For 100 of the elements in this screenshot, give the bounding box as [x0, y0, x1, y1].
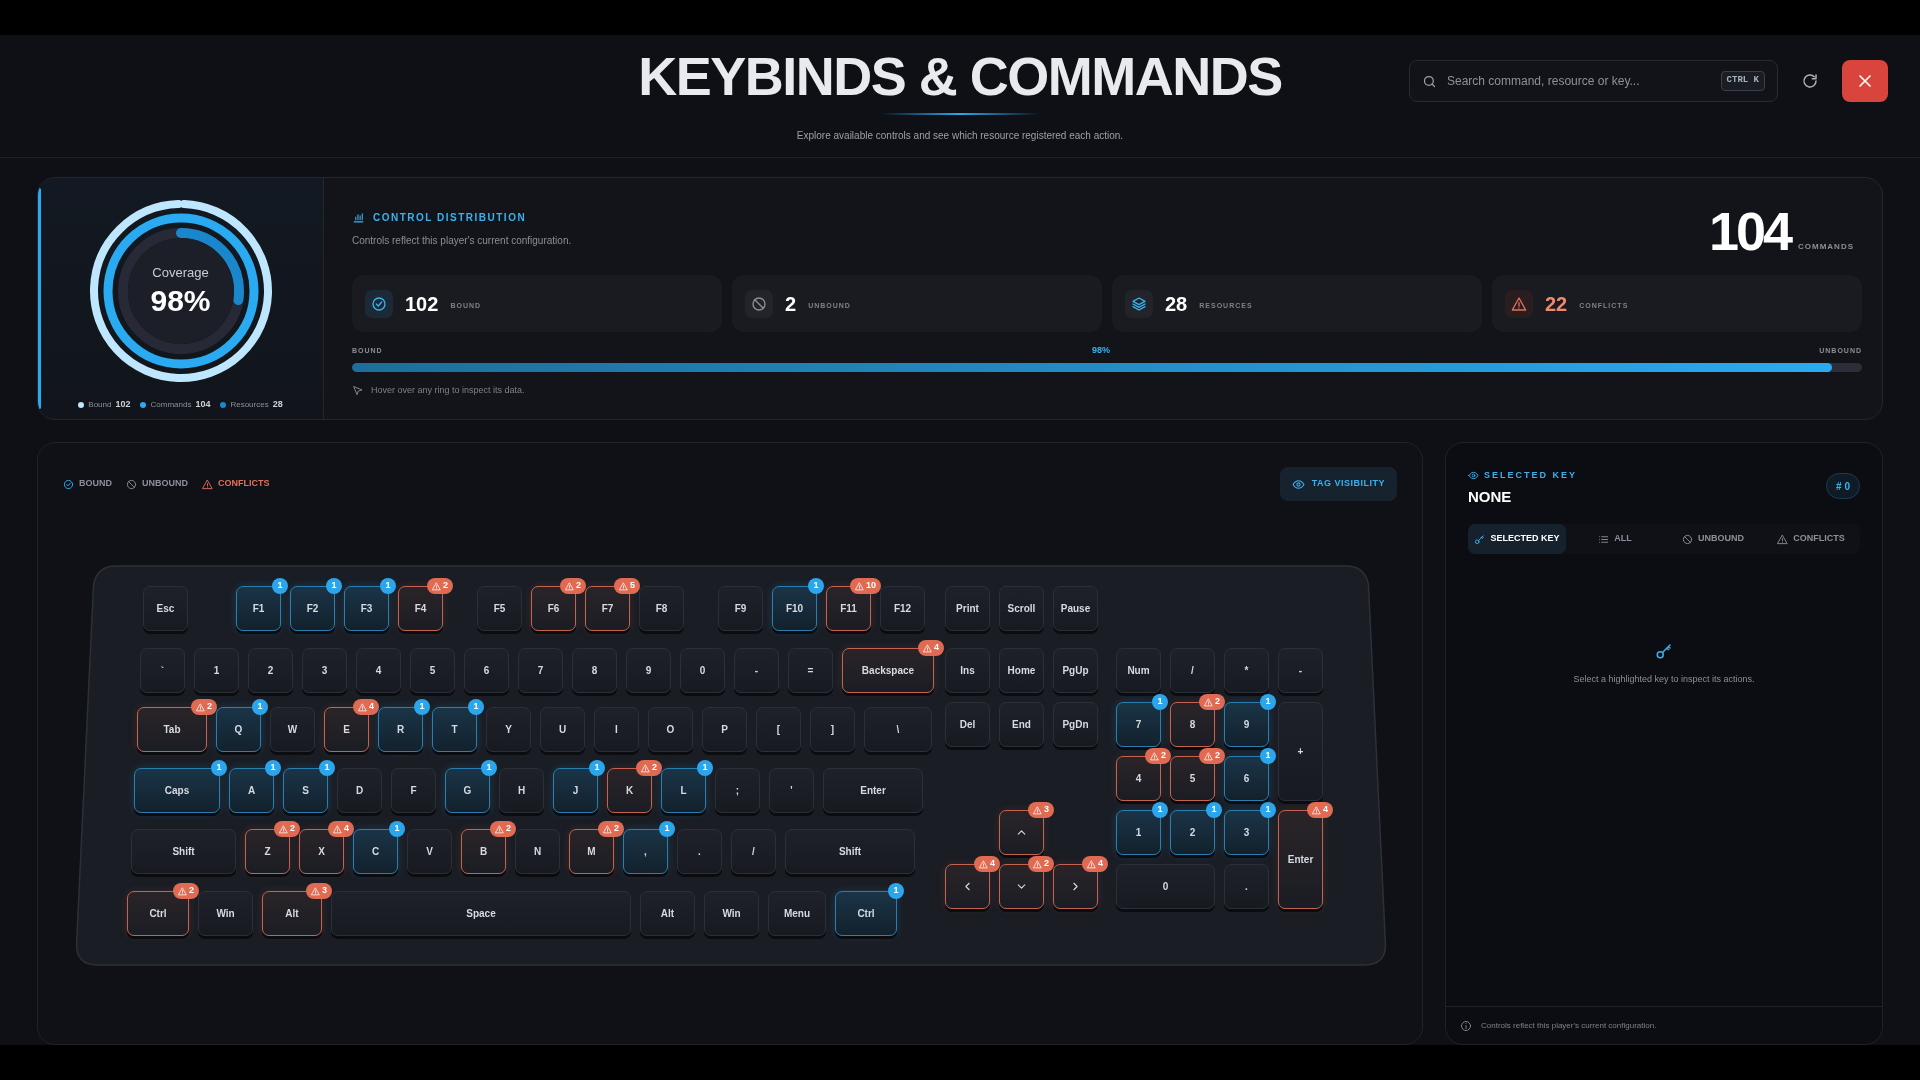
key[interactable]: -: [734, 648, 779, 693]
key[interactable]: \: [864, 707, 932, 752]
key[interactable]: Y: [486, 707, 531, 752]
key[interactable]: Enter: [1278, 810, 1323, 909]
key[interactable]: /: [731, 829, 776, 874]
key[interactable]: Num: [1116, 648, 1161, 693]
warning-icon: [923, 643, 932, 653]
key[interactable]: +: [1278, 702, 1323, 801]
info-icon: [1460, 1019, 1472, 1032]
key[interactable]: ;: [715, 768, 760, 813]
legend-label: Bound: [88, 398, 112, 411]
key[interactable]: Esc: [143, 586, 188, 631]
key[interactable]: 0: [680, 648, 725, 693]
key[interactable]: =: [788, 648, 833, 693]
eye-icon: [1468, 470, 1479, 482]
key[interactable]: Backspace: [842, 648, 934, 693]
key[interactable]: F8: [639, 586, 684, 631]
key[interactable]: 8: [1170, 702, 1215, 747]
key[interactable]: PgUp: [1053, 648, 1098, 693]
search-field[interactable]: Search command, resource or key...: [1447, 72, 1711, 90]
key[interactable]: F: [391, 768, 436, 813]
key[interactable]: F5: [477, 586, 522, 631]
tag-visibility-button[interactable]: TAG VISIBILITY: [1279, 467, 1397, 501]
key[interactable]: V: [407, 829, 452, 874]
key[interactable]: O: [648, 707, 693, 752]
key[interactable]: 3: [302, 648, 347, 693]
key[interactable]: F9: [718, 586, 763, 631]
key[interactable]: F4: [398, 586, 443, 631]
key[interactable]: *: [1224, 648, 1269, 693]
key[interactable]: K: [607, 768, 652, 813]
key[interactable]: PgDn: [1053, 702, 1098, 747]
key[interactable]: Alt: [640, 891, 695, 936]
key[interactable]: Menu: [768, 891, 826, 936]
key[interactable]: Z: [245, 829, 290, 874]
arrow-key[interactable]: [1053, 864, 1098, 909]
key[interactable]: 8: [572, 648, 617, 693]
key[interactable]: .: [677, 829, 722, 874]
key[interactable]: `: [140, 648, 185, 693]
warning-icon: [1204, 697, 1213, 707]
key[interactable]: D: [337, 768, 382, 813]
key[interactable]: Win: [198, 891, 253, 936]
arrow-key[interactable]: [999, 864, 1044, 909]
key[interactable]: 2: [248, 648, 293, 693]
check-circle-icon: [63, 478, 74, 490]
key[interactable]: Del: [945, 702, 990, 747]
filter-tab[interactable]: CONFLICTS: [1762, 524, 1860, 554]
key[interactable]: F7: [585, 586, 630, 631]
key[interactable]: Ins: [945, 648, 990, 693]
key[interactable]: Pause: [1053, 586, 1098, 631]
key[interactable]: H: [499, 768, 544, 813]
key[interactable]: -: [1278, 648, 1323, 693]
key[interactable]: ': [769, 768, 814, 813]
filter-tab[interactable]: ALL: [1566, 524, 1664, 554]
search-box[interactable]: Search command, resource or key... CTRL K: [1409, 60, 1778, 102]
key[interactable]: Enter: [823, 768, 923, 813]
badge-count: 4: [344, 822, 349, 836]
arrow-key[interactable]: [945, 864, 990, 909]
key[interactable]: W: [270, 707, 315, 752]
key[interactable]: 5: [1170, 756, 1215, 801]
key[interactable]: F6: [531, 586, 576, 631]
key[interactable]: 6: [464, 648, 509, 693]
count-badge: # 0: [1826, 473, 1860, 499]
key[interactable]: P: [702, 707, 747, 752]
key[interactable]: Alt: [262, 891, 322, 936]
key[interactable]: I: [594, 707, 639, 752]
filter-tab[interactable]: UNBOUND: [1664, 524, 1762, 554]
key[interactable]: Print: [945, 586, 990, 631]
key[interactable]: 0: [1116, 864, 1215, 909]
badge-count: 3: [322, 884, 327, 898]
filter-tab[interactable]: SELECTED KEY: [1468, 524, 1566, 554]
key[interactable]: Tab: [137, 707, 207, 752]
arrow-key[interactable]: [999, 810, 1044, 855]
key[interactable]: U: [540, 707, 585, 752]
eye-icon: [1291, 477, 1305, 491]
key[interactable]: Space: [331, 891, 631, 936]
key[interactable]: 1: [194, 648, 239, 693]
warning-icon: [311, 886, 320, 896]
key[interactable]: Ctrl: [127, 891, 189, 936]
key[interactable]: N: [515, 829, 560, 874]
key[interactable]: End: [999, 702, 1044, 747]
key[interactable]: 9: [626, 648, 671, 693]
key[interactable]: [: [756, 707, 801, 752]
key[interactable]: X: [299, 829, 344, 874]
key[interactable]: 7: [518, 648, 563, 693]
key[interactable]: E: [324, 707, 369, 752]
key[interactable]: Shift: [785, 829, 915, 874]
key[interactable]: 4: [356, 648, 401, 693]
key[interactable]: 4: [1116, 756, 1161, 801]
key[interactable]: Shift: [131, 829, 236, 874]
key[interactable]: Scroll: [999, 586, 1044, 631]
close-button[interactable]: [1842, 60, 1888, 102]
key[interactable]: /: [1170, 648, 1215, 693]
key[interactable]: Win: [704, 891, 759, 936]
key[interactable]: B: [461, 829, 506, 874]
key[interactable]: F12: [880, 586, 925, 631]
key[interactable]: Home: [999, 648, 1044, 693]
key[interactable]: 5: [410, 648, 455, 693]
key[interactable]: .: [1224, 864, 1269, 909]
key[interactable]: ]: [810, 707, 855, 752]
key[interactable]: M: [569, 829, 614, 874]
